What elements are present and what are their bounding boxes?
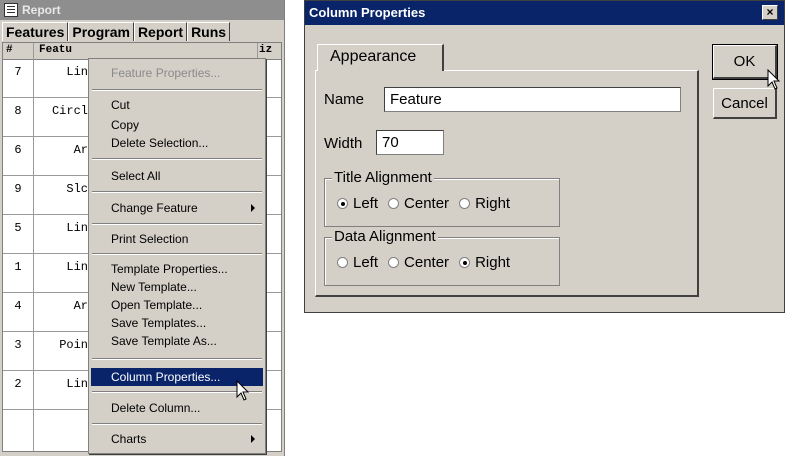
tab-program[interactable]: Program <box>68 22 134 41</box>
radio-label: Right <box>475 195 511 212</box>
radio-icon <box>459 198 471 209</box>
data-alignment-group: Data Alignment Left Center Right <box>324 228 560 286</box>
radio-icon <box>388 198 400 209</box>
radio-checked-icon <box>459 257 471 268</box>
radio-icon <box>337 257 348 268</box>
radio-label: Center <box>404 254 450 271</box>
menu-item-label: Charts <box>111 432 147 446</box>
menu-item-delete-selection[interactable]: Delete Selection... <box>91 134 263 152</box>
title-alignment-group: Title Alignment Left Center Right <box>324 169 560 227</box>
cancel-button[interactable]: Cancel <box>713 88 777 119</box>
radio-icon <box>388 257 400 268</box>
menu-separator <box>92 223 262 225</box>
menu-separator <box>92 423 262 425</box>
title-alignment-label: Title Alignment <box>332 169 434 186</box>
menu-separator <box>92 358 262 360</box>
menu-item-print-selection[interactable]: Print Selection <box>91 230 263 248</box>
data-alignment-options: Left Center Right <box>337 254 520 271</box>
row-number: 8 <box>14 104 22 118</box>
report-titlebar[interactable]: Report <box>0 0 284 20</box>
data-alignment-label: Data Alignment <box>332 228 438 245</box>
title-alignment-options: Left Center Right <box>337 195 520 212</box>
row-number: 9 <box>14 182 22 196</box>
title-align-right-radio[interactable]: Right <box>459 195 510 212</box>
menu-item-new-template[interactable]: New Template... <box>91 278 263 296</box>
row-feature: Lin <box>66 260 88 274</box>
menu-separator <box>92 158 262 160</box>
name-label: Name <box>324 91 365 108</box>
tab-report[interactable]: Report <box>133 22 188 41</box>
close-button[interactable]: × <box>762 5 778 20</box>
radio-label: Right <box>475 254 511 271</box>
tab-features[interactable]: Features <box>2 22 69 41</box>
menu-item-open-template[interactable]: Open Template... <box>91 296 263 314</box>
dialog-titlebar[interactable]: Column Properties × <box>305 1 784 25</box>
menu-separator <box>92 191 262 193</box>
tab-runs[interactable]: Runs <box>187 22 231 41</box>
appearance-panel: Name Width Title Alignment Left Center R… <box>315 70 699 297</box>
data-align-center-radio[interactable]: Center <box>388 254 449 271</box>
report-title: Report <box>22 3 61 17</box>
column-header-num[interactable]: # <box>6 44 13 56</box>
row-feature: Circl <box>51 104 88 118</box>
data-align-left-radio[interactable]: Left <box>337 254 378 271</box>
report-tabs: Features Program Report Runs <box>2 22 231 42</box>
menu-separator <box>92 253 262 255</box>
data-align-right-radio[interactable]: Right <box>459 254 510 271</box>
row-feature: Ar <box>73 143 88 157</box>
submenu-arrow-icon <box>251 204 255 212</box>
radio-label: Left <box>353 195 379 212</box>
name-field[interactable] <box>384 87 681 112</box>
width-field[interactable] <box>376 130 444 155</box>
menu-item-template-properties[interactable]: Template Properties... <box>91 260 263 278</box>
radio-label: Center <box>404 195 450 212</box>
row-number: 6 <box>14 143 22 157</box>
mouse-pointer-icon <box>236 380 250 401</box>
menu-item-change-feature[interactable]: Change Feature <box>91 199 263 217</box>
mouse-pointer-icon <box>767 69 781 90</box>
width-label: Width <box>324 135 363 152</box>
menu-item-cut[interactable]: Cut <box>91 96 263 114</box>
menu-separator <box>92 89 262 91</box>
tab-appearance[interactable]: Appearance <box>317 44 444 71</box>
title-align-left-radio[interactable]: Left <box>337 195 378 212</box>
submenu-arrow-icon <box>251 435 255 443</box>
column-properties-dialog: Column Properties × Appearance Name Widt… <box>304 0 785 313</box>
row-feature: Slc <box>66 182 88 196</box>
row-number: 7 <box>14 65 22 79</box>
menu-item-charts[interactable]: Charts <box>91 430 263 448</box>
menu-item-copy[interactable]: Copy <box>91 116 263 134</box>
report-window: Report Features Program Report Runs # Fe… <box>0 0 285 456</box>
menu-item-save-templates[interactable]: Save Templates... <box>91 314 263 332</box>
radio-label: Left <box>353 254 379 271</box>
row-feature: Lin <box>66 221 88 235</box>
row-feature: Lin <box>66 377 88 391</box>
row-number: 2 <box>14 377 22 391</box>
menu-item-select-all[interactable]: Select All <box>91 167 263 185</box>
report-icon <box>4 3 18 17</box>
row-number: 1 <box>14 260 22 274</box>
row-feature: Ar <box>73 299 88 313</box>
row-number: 5 <box>14 221 22 235</box>
row-number: 3 <box>14 338 22 352</box>
row-feature: Poin <box>59 338 88 352</box>
column-header-size[interactable]: iz <box>259 44 272 56</box>
menu-item-label: Change Feature <box>111 201 198 215</box>
title-align-center-radio[interactable]: Center <box>388 195 449 212</box>
dialog-title: Column Properties <box>309 5 426 20</box>
radio-checked-icon <box>337 198 348 209</box>
row-number: 4 <box>14 299 22 313</box>
menu-item-save-template-as[interactable]: Save Template As... <box>91 332 263 350</box>
row-feature: Lin <box>66 65 88 79</box>
menu-item-feature-properties[interactable]: Feature Properties... <box>91 64 263 82</box>
column-header-feature[interactable]: Featu <box>39 44 72 56</box>
